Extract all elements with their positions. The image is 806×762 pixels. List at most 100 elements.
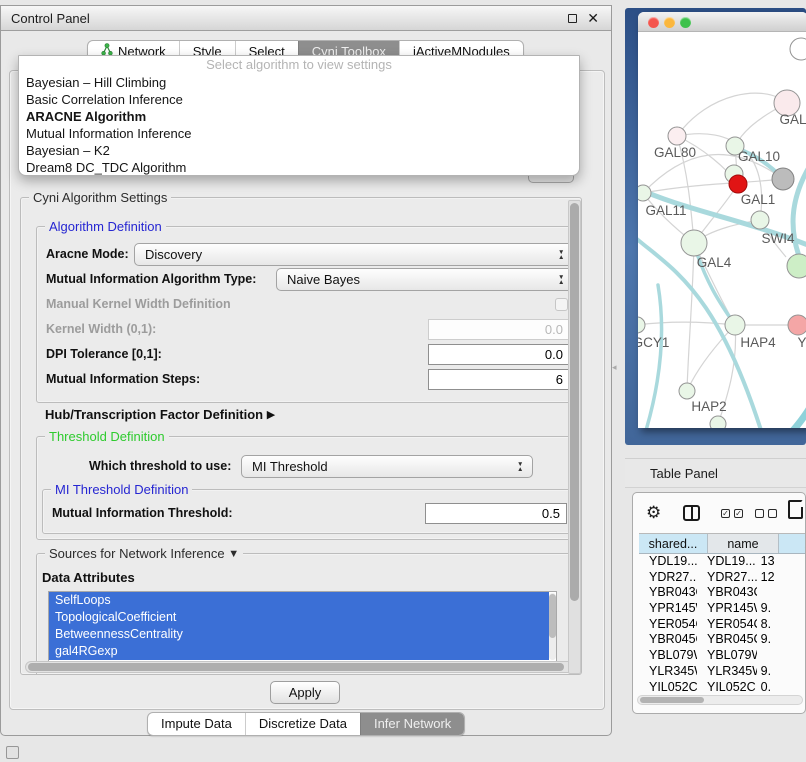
table-row[interactable]: YPR145WYPR145W9. <box>639 601 806 617</box>
kernel-width-field: 0.0 <box>428 319 570 340</box>
network-node[interactable] <box>668 127 686 145</box>
network-node[interactable] <box>681 230 707 256</box>
algorithm-option[interactable]: Basic Correlation Inference <box>19 91 579 108</box>
network-node[interactable] <box>679 383 695 399</box>
network-view-window[interactable]: GALGAL80GAL10GAL11GAL1SWI4GAL4GCY1HAP4YH… <box>638 12 806 428</box>
data-attributes-label: Data Attributes <box>42 570 135 585</box>
attributes-scrollbar[interactable] <box>549 593 556 660</box>
close-traffic-light-icon[interactable] <box>648 17 659 28</box>
table-row[interactable]: YIL052CYIL052C0. <box>639 680 806 692</box>
algorithm-definition-group: Algorithm Definition Aracne Mode: Discov… <box>36 226 576 403</box>
attribute-item[interactable]: gal4RGexp <box>49 643 549 660</box>
network-node[interactable] <box>729 175 747 193</box>
select-all-checks-icon[interactable] <box>721 509 730 518</box>
table-cell: YBR045C <box>639 632 697 648</box>
attributes-scrollbar-thumb[interactable] <box>549 594 556 638</box>
table-row[interactable]: YDL19...YDL19...13 <box>639 554 806 570</box>
table-row[interactable]: YBR043CYBR043C <box>639 585 806 601</box>
attribute-item[interactable]: SelfLoops <box>49 592 549 609</box>
hub-definition-label: Hub/Transcription Factor Definition <box>45 407 263 422</box>
table-cell: YBR045C <box>697 632 757 648</box>
tab-discretize-data[interactable]: Discretize Data <box>245 713 360 735</box>
network-node[interactable] <box>710 416 726 428</box>
network-node[interactable] <box>725 315 745 335</box>
table-hscrollbar[interactable] <box>637 695 803 705</box>
network-edge <box>687 325 735 391</box>
column-header[interactable]: shared... <box>639 534 708 553</box>
float-window-icon[interactable] <box>568 14 577 23</box>
settings-hscrollbar[interactable] <box>25 661 577 673</box>
manual-kernel-checkbox[interactable] <box>555 298 568 311</box>
threshold-definition-group: Threshold Definition Which threshold to … <box>36 436 576 540</box>
table-cell: 0. <box>757 680 806 692</box>
mi-steps-field[interactable]: 6 <box>428 369 570 390</box>
gear-icon[interactable]: ⚙ <box>646 504 661 521</box>
algorithm-option[interactable]: Bayesian – Hill Climbing <box>19 74 579 91</box>
deselect-checks-icon[interactable] <box>755 509 764 518</box>
which-threshold-select[interactable]: MI Threshold <box>241 455 533 478</box>
stepper-icon <box>517 459 525 475</box>
data-attributes-list[interactable]: SelfLoopsTopologicalCoefficientBetweenne… <box>48 591 557 662</box>
network-node[interactable] <box>638 185 651 201</box>
sources-group-title[interactable]: Sources for Network Inference ▼ <box>45 546 243 561</box>
attribute-item[interactable]: BetweennessCentrality <box>49 626 549 643</box>
select-all-checks-icon[interactable] <box>734 509 743 518</box>
algorithm-option[interactable]: Mutual Information Inference <box>19 125 579 142</box>
network-graph[interactable]: GALGAL80GAL10GAL11GAL1SWI4GAL4GCY1HAP4YH… <box>638 33 806 428</box>
network-node[interactable] <box>787 254 806 278</box>
mi-threshold-field[interactable]: 0.5 <box>425 503 567 524</box>
close-icon[interactable]: ✕ <box>587 6 599 31</box>
page-icon[interactable] <box>788 500 803 519</box>
node-label: HAP2 <box>691 399 726 414</box>
columns-icon[interactable] <box>683 505 700 521</box>
table-hscrollbar-thumb[interactable] <box>640 697 704 703</box>
apply-button[interactable]: Apply <box>270 681 340 704</box>
network-node[interactable] <box>790 38 806 60</box>
aracne-mode-label: Aracne Mode: <box>46 247 129 261</box>
settings-vscrollbar-thumb[interactable] <box>570 203 579 601</box>
minimized-panel-icon[interactable] <box>6 746 19 759</box>
network-node[interactable] <box>638 317 645 333</box>
table-row[interactable]: YLR345WYLR345W9. <box>639 664 806 680</box>
dpi-tolerance-label: DPI Tolerance [0,1]: <box>46 347 162 361</box>
table-row[interactable]: YDR27...YDR27...12 <box>639 570 806 586</box>
tab-label: Discretize Data <box>259 712 347 736</box>
aracne-mode-select[interactable]: Discovery <box>134 243 574 266</box>
table-cell: 12 <box>757 570 806 586</box>
column-header[interactable]: A <box>779 534 806 553</box>
algorithm-option[interactable]: Dream8 DC_TDC Algorithm <box>19 159 579 176</box>
settings-hscrollbar-thumb[interactable] <box>28 663 564 671</box>
node-label: SWI4 <box>761 231 794 246</box>
table-cell: YIL052C <box>639 680 697 692</box>
network-node[interactable] <box>788 315 806 335</box>
minimize-traffic-light-icon[interactable] <box>664 17 675 28</box>
network-edge <box>687 243 694 391</box>
table-cell: YDL19... <box>697 554 757 570</box>
table-cell: YDR27... <box>639 570 697 586</box>
network-node[interactable] <box>751 211 769 229</box>
tab-impute-data[interactable]: Impute Data <box>148 713 245 735</box>
dpi-tolerance-field[interactable]: 0.0 <box>428 344 570 365</box>
table-cell: YBR043C <box>639 585 697 601</box>
network-node[interactable] <box>772 168 794 190</box>
table-row[interactable]: YER054CYER054C8. <box>639 617 806 633</box>
hub-definition-toggle[interactable]: Hub/Transcription Factor Definition ▶ <box>45 407 275 422</box>
table-row[interactable]: YBL079WYBL079W <box>639 648 806 664</box>
settings-vscrollbar[interactable] <box>568 200 581 674</box>
node-label: HAP4 <box>740 335 776 350</box>
algorithm-option[interactable]: Bayesian – K2 <box>19 142 579 159</box>
algorithm-option[interactable]: ARACNE Algorithm <box>19 108 579 125</box>
table-header-row: shared...nameA <box>639 533 806 554</box>
table-row[interactable]: YBR045CYBR045C9. <box>639 632 806 648</box>
column-header[interactable]: name <box>708 534 779 553</box>
table-cell: YER054C <box>639 617 697 633</box>
table-cell: YBR043C <box>697 585 757 601</box>
attribute-item[interactable]: TopologicalCoefficient <box>49 609 549 626</box>
network-canvas[interactable]: GALGAL80GAL10GAL11GAL1SWI4GAL4GCY1HAP4YH… <box>638 33 806 428</box>
deselect-checks-icon[interactable] <box>768 509 777 518</box>
mi-algorithm-type-select[interactable]: Naive Bayes <box>276 268 574 291</box>
tab-infer-network[interactable]: Infer Network <box>360 713 464 735</box>
zoom-traffic-light-icon[interactable] <box>680 17 691 28</box>
divider-handle-icon[interactable]: ◂ <box>612 362 617 373</box>
table-cell: YPR145W <box>639 601 697 617</box>
